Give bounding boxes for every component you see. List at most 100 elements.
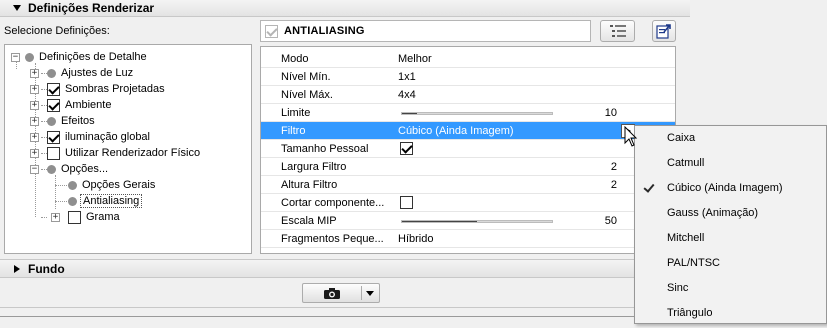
setting-key: Filtro (281, 125, 306, 137)
slider-fill (402, 113, 417, 114)
expand-toggle[interactable]: + (51, 213, 60, 222)
settings-row-filter[interactable]: Filtro Cúbico (Ainda Imagem) (261, 122, 675, 140)
tree-line (16, 61, 17, 69)
setting-key: Tamanho Pessoal (281, 143, 369, 155)
checkmark-icon (643, 181, 655, 193)
checkbox[interactable] (47, 82, 60, 96)
render-settings-header[interactable]: Definições Renderizar (0, 0, 690, 17)
menu-item-sinc[interactable]: Sinc (635, 276, 826, 301)
checkbox[interactable] (68, 210, 81, 224)
tree-item-physical-renderer[interactable]: Utilizar Renderizador Físico (47, 145, 202, 161)
settings-row-mip-scale[interactable]: Escala MIP 50 (261, 212, 675, 230)
settings-row-small-fragments[interactable]: Fragmentos Peque... Híbrido (261, 230, 675, 248)
settings-title-field: ANTIALIASING (260, 20, 591, 42)
threshold-slider[interactable] (401, 112, 553, 115)
chevron-down-icon[interactable] (366, 291, 374, 296)
settings-row-custom-size[interactable]: Tamanho Pessoal (261, 140, 675, 158)
expand-toggle[interactable]: + (30, 101, 39, 110)
tree-line (41, 217, 47, 218)
tree-item-root[interactable]: Definições de Detalhe (25, 49, 149, 65)
node-dot-icon (25, 52, 34, 62)
checkbox[interactable] (47, 130, 60, 144)
expand-toggle[interactable]: + (30, 133, 39, 142)
settings-row-mode[interactable]: Modo Melhor (261, 50, 675, 68)
settings-row-filter-width[interactable]: Largura Filtro 2 (261, 158, 675, 176)
setting-value[interactable]: 2 (611, 161, 617, 173)
settings-row-filter-height[interactable]: Altura Filtro 2 (261, 176, 675, 194)
tree-item-global-illumination[interactable]: iluminação global (47, 129, 152, 145)
tree-item-environment[interactable]: Ambiente (47, 97, 113, 113)
setting-key: Fragmentos Peque... (281, 233, 384, 245)
setting-key: Nível Máx. (281, 89, 333, 101)
enabled-checkbox[interactable] (265, 24, 278, 38)
setting-value[interactable]: Híbrido (398, 233, 433, 245)
section-title: Fundo (28, 261, 65, 276)
checkbox[interactable] (47, 98, 60, 112)
menu-item-label: Caixa (667, 132, 696, 144)
custom-size-checkbox[interactable] (400, 142, 413, 155)
setting-value[interactable]: Melhor (398, 53, 432, 65)
setting-value[interactable]: Cúbico (Ainda Imagem) (398, 125, 514, 137)
export-button[interactable] (652, 20, 676, 42)
tree-item-cast-shadows[interactable]: Sombras Projetadas (47, 81, 167, 97)
menu-item-mitchell[interactable]: Mitchell (635, 226, 826, 251)
setting-key: Nível Mín. (281, 71, 331, 83)
expand-toggle[interactable]: + (30, 117, 39, 126)
checkbox[interactable] (47, 146, 60, 160)
collapse-toggle[interactable]: − (30, 165, 39, 174)
tree-line (55, 175, 56, 209)
settings-row-max-level[interactable]: Nível Máx. 4x4 (261, 86, 675, 104)
setting-value[interactable]: 4x4 (398, 89, 416, 101)
menu-item-triangle[interactable]: Triângulo (635, 301, 826, 326)
list-view-icon (609, 25, 626, 37)
setting-key: Modo (281, 53, 309, 65)
tree-item-light-settings[interactable]: Ajustes de Luz (47, 65, 135, 81)
setting-value[interactable]: 1x1 (398, 71, 416, 83)
expand-triangle-icon[interactable] (14, 264, 20, 273)
setting-key: Largura Filtro (281, 161, 347, 173)
menu-item-cubic[interactable]: Cúbico (Ainda Imagem) (635, 176, 826, 201)
settings-row-min-level[interactable]: Nível Mín. 1x1 (261, 68, 675, 86)
filter-dropdown-menu[interactable]: Caixa Catmull Cúbico (Ainda Imagem) Gaus… (634, 125, 827, 324)
list-view-button[interactable] (600, 20, 635, 42)
menu-item-box[interactable]: Caixa (635, 126, 826, 151)
setting-value: 10 (604, 107, 617, 119)
render-split-button[interactable] (302, 283, 380, 303)
node-dot-icon (47, 164, 56, 174)
tree-item-label: Grama (86, 211, 120, 223)
expand-toggle[interactable]: + (30, 69, 39, 78)
settings-row-threshold[interactable]: Limite 10 (261, 104, 675, 122)
collapse-triangle-icon[interactable] (13, 5, 21, 11)
tree-item-antialiasing[interactable]: Antialiasing (68, 193, 143, 209)
tree-item-label: Opções Gerais (82, 179, 156, 191)
tree-item-label: Opções... (61, 163, 109, 175)
export-icon (656, 24, 671, 39)
clip-components-checkbox[interactable] (400, 196, 413, 209)
tree-item-effects[interactable]: Efeitos (47, 113, 97, 129)
settings-tree[interactable]: − Definições de Detalhe + Ajustes de Luz… (4, 44, 252, 254)
menu-item-gauss[interactable]: Gauss (Animação) (635, 201, 826, 226)
tree-item-label: Antialiasing (80, 194, 143, 208)
tree-item-grass[interactable]: Grama (68, 209, 122, 225)
menu-item-pal-ntsc[interactable]: PAL/NTSC (635, 251, 826, 276)
expand-toggle[interactable]: + (30, 85, 39, 94)
tree-line (55, 201, 67, 202)
collapse-toggle[interactable]: − (11, 53, 20, 62)
mip-scale-slider[interactable] (401, 220, 553, 223)
tree-item-options[interactable]: Opções... (47, 161, 110, 177)
tree-item-label: Definições de Detalhe (39, 51, 147, 63)
settings-row-clip-components[interactable]: Cortar componente... (261, 194, 675, 212)
tree-item-label: iluminação global (65, 131, 150, 143)
expand-toggle[interactable]: + (30, 149, 39, 158)
menu-item-label: Sinc (667, 282, 689, 294)
background-strip (690, 0, 827, 120)
setting-key: Cortar componente... (281, 197, 385, 209)
background-section-header[interactable]: Fundo (0, 259, 690, 278)
tree-item-general-options[interactable]: Opções Gerais (68, 177, 157, 193)
settings-title: ANTIALIASING (284, 25, 365, 37)
menu-item-catmull[interactable]: Catmull (635, 151, 826, 176)
setting-value: 50 (604, 215, 617, 227)
mouse-cursor-icon (624, 126, 638, 147)
setting-key: Altura Filtro (281, 179, 338, 191)
setting-value[interactable]: 2 (611, 179, 617, 191)
